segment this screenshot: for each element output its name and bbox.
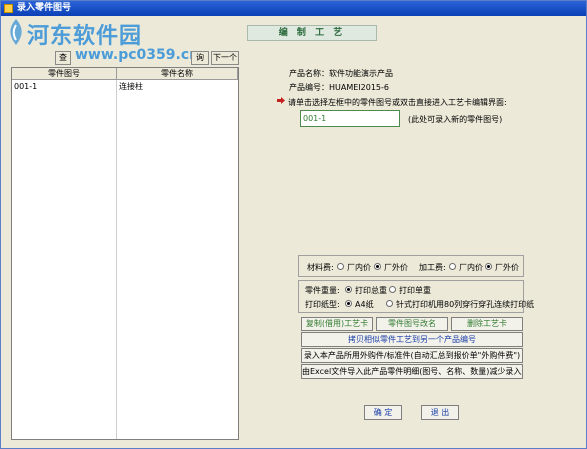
product-code-label: 产品编号： [289,83,329,92]
process-fee-label: 加工费: [419,263,446,272]
process-inner-label: 厂内价 [459,263,483,272]
process-outer-label: 厂外价 [495,263,519,272]
ok-button[interactable]: 确 定 [364,405,402,420]
banner-title: 编 制 工 艺 [247,25,377,41]
print-total-weight-label: 打印总重 [355,286,387,295]
product-code-row: 产品编号：HUAMEI2015-6 [289,82,389,93]
material-inner-label: 厂内价 [347,263,371,272]
watermark-url: www.pc0359.cn [75,47,200,63]
product-name-value: 软件功能演示产品 [329,69,393,78]
product-name-label: 产品名称： [289,69,329,78]
paper-continuous-label: 针式打印机用80列穿行穿孔连续打印纸 [396,300,535,309]
product-name-row: 产品名称：软件功能演示产品 [289,68,393,79]
part-input-hint: (此处可录入新的零件图号) [408,115,503,124]
rename-part-button[interactable]: 零件图号改名 [376,317,448,331]
print-unit-weight-radio[interactable] [389,286,396,293]
copy-card-button[interactable]: 复制(借用)工艺卡 [301,317,373,331]
import-outsourced-parts-button[interactable]: 录入本产品所用外购件/标准件(自动汇总到报价单"外购件费") [301,348,523,363]
paper-type-label: 打印纸型: [305,300,340,309]
print-total-weight-radio[interactable] [345,286,352,293]
arrow-right-icon [277,97,285,104]
column-divider [116,80,117,439]
instruction-text: 请单击选择左框中的零件图号或双击直接进入工艺卡编辑界面: [288,98,507,107]
list-item-part-name[interactable]: 连接柱 [117,81,237,92]
material-outer-radio[interactable] [374,263,381,270]
material-inner-radio[interactable] [337,263,344,270]
print-unit-weight-label: 打印单重 [399,286,431,295]
window-title: 录入零件图号 [17,3,72,13]
process-inner-radio[interactable] [449,263,456,270]
part-list[interactable]: 零件图号 零件名称 001-1 连接柱 [11,67,239,440]
product-code-value: HUAMEI2015-6 [329,83,389,92]
exit-button[interactable]: 退 出 [421,405,459,420]
title-bar: 录入零件图号 [1,1,586,16]
weight-label: 零件重量: [305,286,340,295]
search-button[interactable]: 询 [191,51,209,65]
list-item-part-no[interactable]: 001-1 [12,81,116,92]
paper-continuous-radio[interactable] [386,300,393,307]
next-button[interactable]: 下一个 [211,51,239,65]
copy-similar-process-button[interactable]: 拷贝相似零件工艺到另一个产品编号 [301,332,523,347]
process-outer-radio[interactable] [485,263,492,270]
import-excel-button[interactable]: 由Excel文件导入此产品零件明细(图号、名称、数量)减少录入量 [301,364,523,379]
watermark-logo-icon [10,19,22,45]
material-fee-label: 材料费: [307,263,334,272]
watermark-title: 河东软件园 [27,24,143,49]
window: 录入零件图号 河东软件园 www.pc0359.cn 编 制 工 艺 查 询 下… [0,0,587,449]
app-icon [4,4,13,13]
paper-a4-radio[interactable] [345,300,352,307]
column-header-part-no[interactable]: 零件图号 [12,68,117,80]
part-number-input[interactable]: 001-1 [300,110,400,127]
paper-a4-label: A4纸 [355,300,374,309]
material-outer-label: 厂外价 [384,263,408,272]
find-button[interactable]: 查 [55,51,71,65]
column-header-part-name[interactable]: 零件名称 [117,68,238,80]
delete-card-button[interactable]: 删除工艺卡 [451,317,523,331]
